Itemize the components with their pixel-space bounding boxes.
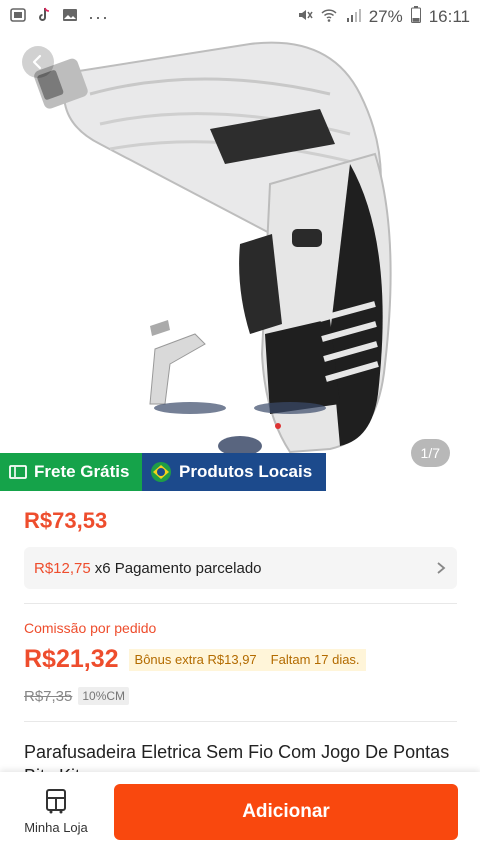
battery-icon [410,6,421,28]
brazil-flag-icon [151,462,171,482]
installment-text: x6 Pagamento parcelado [94,559,262,577]
clock: 16:11 [428,7,470,26]
back-button[interactable] [22,46,54,78]
original-price-row: R$7,35 10%CM [24,687,130,705]
product-image-carousel[interactable]: 1/7 [0,34,480,480]
commission-label: Comissão por pedido [24,620,157,636]
gallery-icon [62,7,78,28]
free-shipping-badge: Frete Grátis [0,453,142,491]
commission-rate-tag: 10%CM [78,687,130,705]
wifi-icon [321,7,337,28]
my-shop-button[interactable]: Minha Loja [16,788,96,835]
product-image [34,41,392,456]
status-bar: ··· 27% 16:11 [0,0,480,34]
more-dots-icon: ··· [88,6,109,27]
image-counter: 1/7 [410,439,450,467]
signal-icon [345,7,361,28]
installment-row[interactable]: R$12,75 x6 Pagamento parcelado [24,547,457,589]
free-shipping-label: Frete Grátis [34,462,130,481]
arrow-left-icon [32,54,42,70]
commission-value: R$21,32 [24,645,119,673]
original-price: R$7,35 [24,687,73,705]
divider [24,603,457,604]
commission-row: R$21,32 Bônus extra R$13,97 Faltam 17 di… [24,645,366,674]
bonus-deadline: Faltam 17 dias. [270,651,360,667]
product-price: R$73,53 [24,508,108,533]
add-button[interactable]: Adicionar [114,784,458,840]
mute-icon [297,7,313,28]
chevron-right-icon [437,562,446,574]
product-title: Parafusadeira Eletrica Sem Fio Com Jogo … [24,742,450,774]
local-products-badge: Produtos Locais [142,453,326,491]
local-products-label: Produtos Locais [179,462,313,481]
battery-percent: 27% [368,7,403,26]
notification-icon [10,7,26,28]
installment-amount: R$12,75 [34,559,91,577]
shop-icon [46,789,66,814]
my-shop-label: Minha Loja [24,820,88,835]
divider [24,721,457,722]
bottom-action-bar: Minha Loja Adicionar [0,772,480,854]
bonus-badge: Bônus extra R$13,97 Faltam 17 dias. [128,648,366,671]
tiktok-icon [36,7,52,28]
product-badges: Frete Grátis Produtos Locais [0,453,326,491]
ticket-icon [9,465,27,479]
bonus-text: Bônus extra R$13,97 [134,651,257,667]
